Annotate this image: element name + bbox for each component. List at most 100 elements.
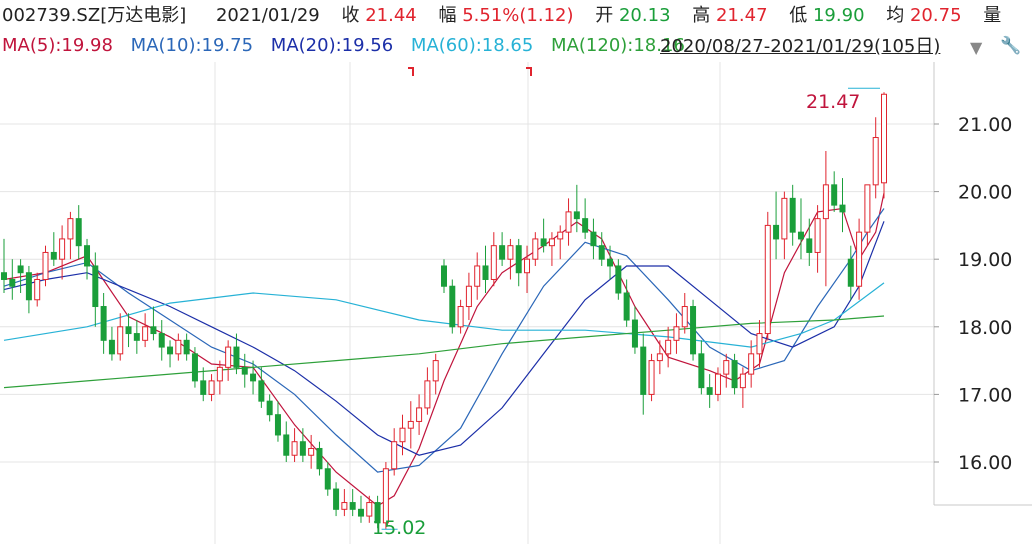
candle-body-10 — [84, 245, 91, 267]
candle-body-86 — [714, 373, 721, 395]
candle-body-36 — [299, 441, 306, 456]
high-annotation-label: 21.47 — [806, 91, 860, 113]
candle-body-81 — [673, 326, 680, 341]
ma-line-ma5 — [3, 192, 885, 507]
candle-body-8 — [67, 218, 74, 240]
candle-body-89 — [739, 373, 746, 389]
candle-body-5 — [42, 251, 49, 280]
candle-body-19 — [158, 333, 165, 348]
candle-body-101 — [839, 204, 846, 213]
y-tick-label-3: 18.00 — [958, 317, 1012, 339]
candle-body-53 — [441, 265, 447, 287]
candle-body-62 — [515, 245, 522, 274]
candle-body-25 — [208, 380, 215, 395]
low-annotation-label: 15.02 — [372, 517, 426, 539]
candle-body-22 — [183, 339, 190, 355]
candle-body-44 — [366, 502, 373, 517]
candle-body-94 — [781, 197, 788, 240]
candle-body-74 — [615, 265, 622, 294]
candle-body-20 — [167, 346, 174, 355]
candle-body-51 — [424, 380, 431, 409]
candle-body-92 — [764, 224, 771, 335]
candle-body-78 — [648, 360, 655, 395]
candle-body-102 — [847, 258, 854, 287]
candle-body-24 — [200, 380, 207, 395]
candle-body-50 — [416, 407, 423, 422]
candle-body-9 — [75, 218, 82, 247]
candle-body-90 — [748, 353, 755, 375]
candle-body-2 — [17, 265, 24, 274]
candle-body-28 — [233, 346, 240, 368]
candle-body-85 — [706, 387, 713, 395]
candle-body-27 — [225, 346, 232, 368]
candle-body-30 — [250, 373, 257, 382]
candle-body-49 — [407, 420, 414, 429]
candle-body-66 — [548, 238, 555, 247]
candle-body-73 — [607, 258, 614, 267]
candle-body-97 — [806, 238, 813, 253]
candle-body-7 — [59, 238, 66, 260]
candle-body-41 — [341, 502, 348, 510]
candle-body-58 — [482, 265, 489, 280]
candle-body-93 — [773, 224, 780, 240]
candle-body-77 — [640, 346, 647, 395]
candle-body-37 — [308, 447, 315, 456]
y-tick-label-0: 21.00 — [958, 114, 1012, 136]
candle-body-72 — [598, 245, 605, 260]
candle-body-40 — [333, 488, 340, 510]
y-tick-label-1: 20.00 — [958, 182, 1012, 204]
candle-body-91 — [756, 333, 763, 355]
y-tick-label-2: 19.00 — [958, 249, 1012, 271]
candle-body-48 — [399, 427, 406, 443]
candle-body-15 — [125, 326, 132, 335]
candle-body-21 — [175, 339, 182, 355]
candle-body-1 — [9, 278, 16, 287]
candle-body-84 — [698, 353, 705, 389]
candle-body-57 — [474, 265, 481, 287]
candle-body-54 — [449, 285, 456, 328]
candle-body-38 — [316, 447, 323, 470]
candle-body-18 — [150, 326, 157, 335]
candle-body-39 — [324, 468, 331, 490]
candle-body-46 — [382, 468, 389, 524]
candle-body-88 — [731, 360, 738, 389]
kline-chart[interactable]: 21.00 20.00 19.00 18.00 17.00 16.00 21.47 15.02 — [0, 0, 1032, 544]
stock-kline-window: 002739.SZ[万达电影] 2021/01/29 收 21.44 幅 5.5… — [0, 0, 1032, 544]
candle-body-52 — [432, 360, 439, 382]
candle-body-75 — [623, 292, 630, 321]
candle-body-3 — [25, 272, 32, 301]
candle-body-4 — [34, 278, 41, 301]
candle-body-95 — [789, 197, 796, 233]
candle-body-98 — [814, 218, 821, 253]
candle-body-56 — [465, 285, 472, 308]
candle-body-60 — [499, 245, 506, 260]
candle-body-33 — [274, 414, 281, 436]
candle-body-104 — [864, 184, 871, 233]
candle-body-68 — [565, 211, 572, 233]
candle-body-31 — [258, 380, 265, 402]
candle-body-6 — [50, 251, 57, 260]
candle-body-76 — [631, 319, 638, 348]
candle-body-67 — [557, 231, 564, 240]
candle-body-79 — [656, 353, 663, 362]
candle-body-83 — [690, 306, 697, 355]
candle-body-14 — [117, 326, 124, 355]
candle-body-0 — [1, 272, 7, 280]
candle-body-35 — [291, 441, 298, 456]
candle-body-65 — [540, 238, 547, 247]
candle-body-43 — [357, 508, 364, 517]
candle-body-63 — [524, 258, 531, 274]
candle-body-69 — [573, 211, 580, 220]
candle-body-71 — [590, 231, 597, 247]
candle-body-17 — [142, 326, 149, 341]
candle-body-32 — [266, 400, 273, 416]
candle-body-80 — [665, 339, 672, 355]
candle-body-87 — [723, 360, 730, 375]
candle-body-16 — [133, 333, 140, 341]
candle-body-70 — [582, 218, 589, 233]
candle-body-11 — [92, 265, 99, 308]
candle-body-105 — [872, 137, 879, 186]
candle-body-13 — [108, 339, 115, 355]
candle-body-26 — [216, 366, 223, 382]
event-marker-0 — [408, 67, 414, 76]
